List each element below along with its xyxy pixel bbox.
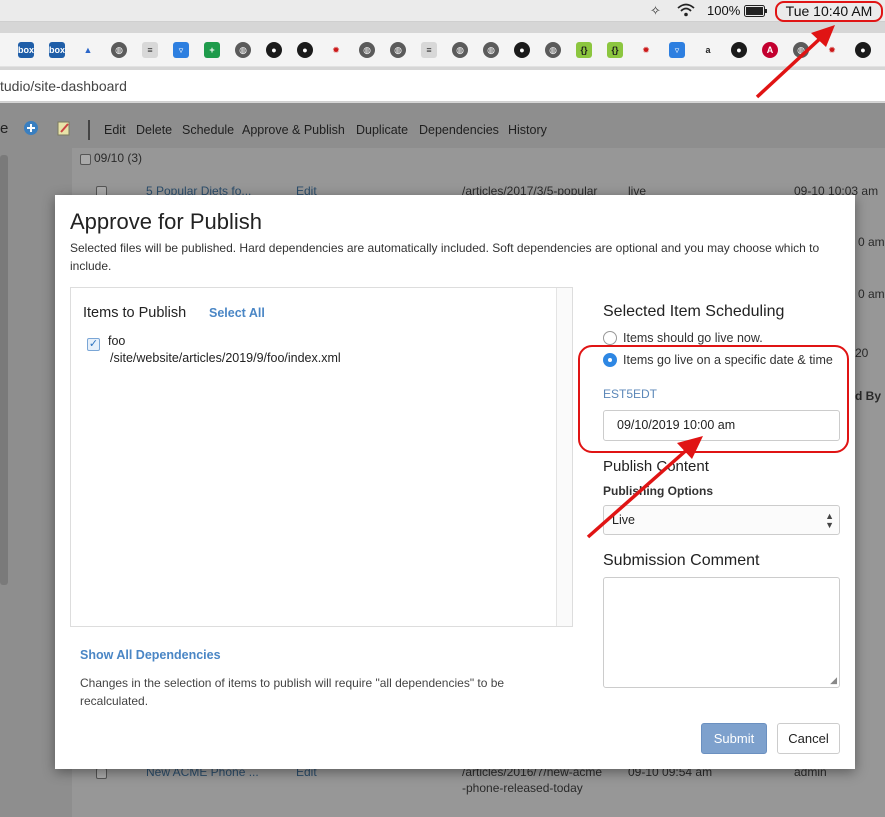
globe-icon[interactable]: ◍	[390, 42, 406, 58]
sheets-icon[interactable]: +	[204, 42, 220, 58]
column-header-partial: d By	[855, 389, 882, 403]
bitbucket-icon[interactable]: ▿	[669, 42, 685, 58]
crafter-icon[interactable]: ✹	[328, 42, 344, 58]
globe-icon[interactable]: ◍	[452, 42, 468, 58]
add-icon[interactable]	[24, 121, 38, 138]
toolbar-history[interactable]: History	[508, 123, 547, 137]
globe-icon[interactable]: ◍	[793, 42, 809, 58]
box-icon[interactable]: box	[49, 42, 65, 58]
mouse-utility-icon[interactable]: ✧	[650, 3, 661, 19]
toolbar-approve-publish[interactable]: Approve & Publish	[242, 123, 345, 137]
address-bar[interactable]: tudio/site-dashboard	[0, 70, 885, 102]
toolbar-divider	[88, 120, 90, 140]
select-all-link[interactable]: Select All	[209, 306, 265, 320]
items-heading: Items to Publish	[83, 305, 187, 321]
publish-content-heading: Publish Content	[603, 458, 709, 475]
toolbar-dependencies[interactable]: Dependencies	[419, 123, 499, 137]
crafter-icon[interactable]: ✹	[824, 42, 840, 58]
globe-icon[interactable]: ◍	[483, 42, 499, 58]
menubar-clock[interactable]: Tue 10:40 AM	[775, 1, 883, 22]
sidebar-scrollbar[interactable]	[0, 155, 8, 585]
item-name: foo	[108, 334, 126, 348]
bitbucket-icon[interactable]: ▿	[173, 42, 189, 58]
show-all-dependencies-link[interactable]: Show All Dependencies	[80, 648, 221, 662]
amazon-icon[interactable]: a	[700, 42, 716, 58]
dependencies-note: Changes in the selection of items to pub…	[80, 676, 505, 708]
items-scrollbar[interactable]	[556, 288, 572, 626]
scheduling-column: Selected Item Scheduling Items should go…	[603, 195, 843, 769]
row-checkbox[interactable]	[96, 768, 107, 779]
docs-icon[interactable]: ≡	[142, 42, 158, 58]
dashboard-toolbar: e Edit Delete Schedule Approve & Publish…	[0, 115, 885, 145]
publishing-options-select[interactable]: Live ▲ ▼	[603, 505, 840, 535]
row-date-partial: 0 am	[858, 287, 885, 301]
angular-icon[interactable]: A	[762, 42, 778, 58]
menubar: ✧ 100% Tue 10:40 AM	[0, 0, 885, 22]
atlassian-icon[interactable]: ▲	[80, 42, 96, 58]
toolbar-schedule[interactable]: Schedule	[182, 123, 234, 137]
select-arrows-icon: ▲ ▼	[825, 511, 834, 530]
github-icon[interactable]: ●	[297, 42, 313, 58]
code-icon[interactable]: {}	[576, 42, 592, 58]
edit-page-icon[interactable]	[57, 121, 71, 139]
github-icon[interactable]: ●	[514, 42, 530, 58]
github-icon[interactable]: ●	[266, 42, 282, 58]
docs-icon[interactable]: ≡	[421, 42, 437, 58]
battery-percent: 100%	[707, 3, 741, 18]
url-text[interactable]: tudio/site-dashboard	[0, 78, 127, 94]
item-path: /site/website/articles/2019/9/foo/index.…	[110, 351, 341, 365]
crafter-icon[interactable]: ✹	[638, 42, 654, 58]
publishing-options-label: Publishing Options	[603, 484, 713, 498]
scheduling-heading: Selected Item Scheduling	[603, 303, 785, 320]
github-icon[interactable]: ●	[855, 42, 871, 58]
globe-icon[interactable]: ◍	[111, 42, 127, 58]
box-icon[interactable]: box	[18, 42, 34, 58]
battery-icon[interactable]	[744, 5, 768, 20]
item-checkbox[interactable]: ✓	[87, 338, 100, 351]
group-checkbox[interactable]	[80, 154, 91, 165]
selected-option: Live	[612, 513, 635, 527]
submit-button[interactable]: Submit	[701, 723, 767, 754]
toolbar-edit[interactable]: Edit	[104, 123, 126, 137]
globe-icon[interactable]: ◍	[545, 42, 561, 58]
toolbar-duplicate[interactable]: Duplicate	[356, 123, 408, 137]
go-live-now-radio[interactable]	[603, 331, 617, 345]
pagination-partial[interactable]: 20	[855, 346, 868, 360]
submission-comment-heading: Submission Comment	[603, 552, 760, 569]
go-live-now-label[interactable]: Items should go live now.	[623, 331, 763, 345]
code-icon[interactable]: {}	[607, 42, 623, 58]
github-icon[interactable]: ●	[731, 42, 747, 58]
approve-publish-dialog: Approve for Publish Selected files will …	[55, 195, 855, 769]
items-to-publish-panel: Items to Publish Select All ✓ foo /site/…	[70, 287, 573, 627]
globe-icon[interactable]: ◍	[235, 42, 251, 58]
wifi-icon[interactable]	[677, 3, 695, 20]
bookmarks-bar: box box ▲ ◍ ≡ ▿ + ◍ ● ● ✹ ◍ ◍ ≡ ◍ ◍ ● ◍ {} {} ✹ ▿ a ● A ◍ ✹ ●	[0, 33, 885, 67]
row-date-partial: 0 am	[858, 235, 885, 249]
row-path-cont: -phone-released-today	[462, 781, 583, 795]
toolbar-delete[interactable]: Delete	[136, 123, 172, 137]
annotation-highlight-box	[578, 345, 849, 453]
toolbar-partial-letter: e	[0, 120, 9, 137]
cancel-button[interactable]: Cancel	[777, 723, 840, 754]
group-label: 09/10 (3)	[94, 151, 143, 165]
globe-icon[interactable]: ◍	[359, 42, 375, 58]
dialog-title: Approve for Publish	[70, 209, 262, 234]
submission-comment-textarea[interactable]: ◢	[603, 577, 840, 688]
resize-grip-icon[interactable]: ◢	[830, 675, 837, 686]
